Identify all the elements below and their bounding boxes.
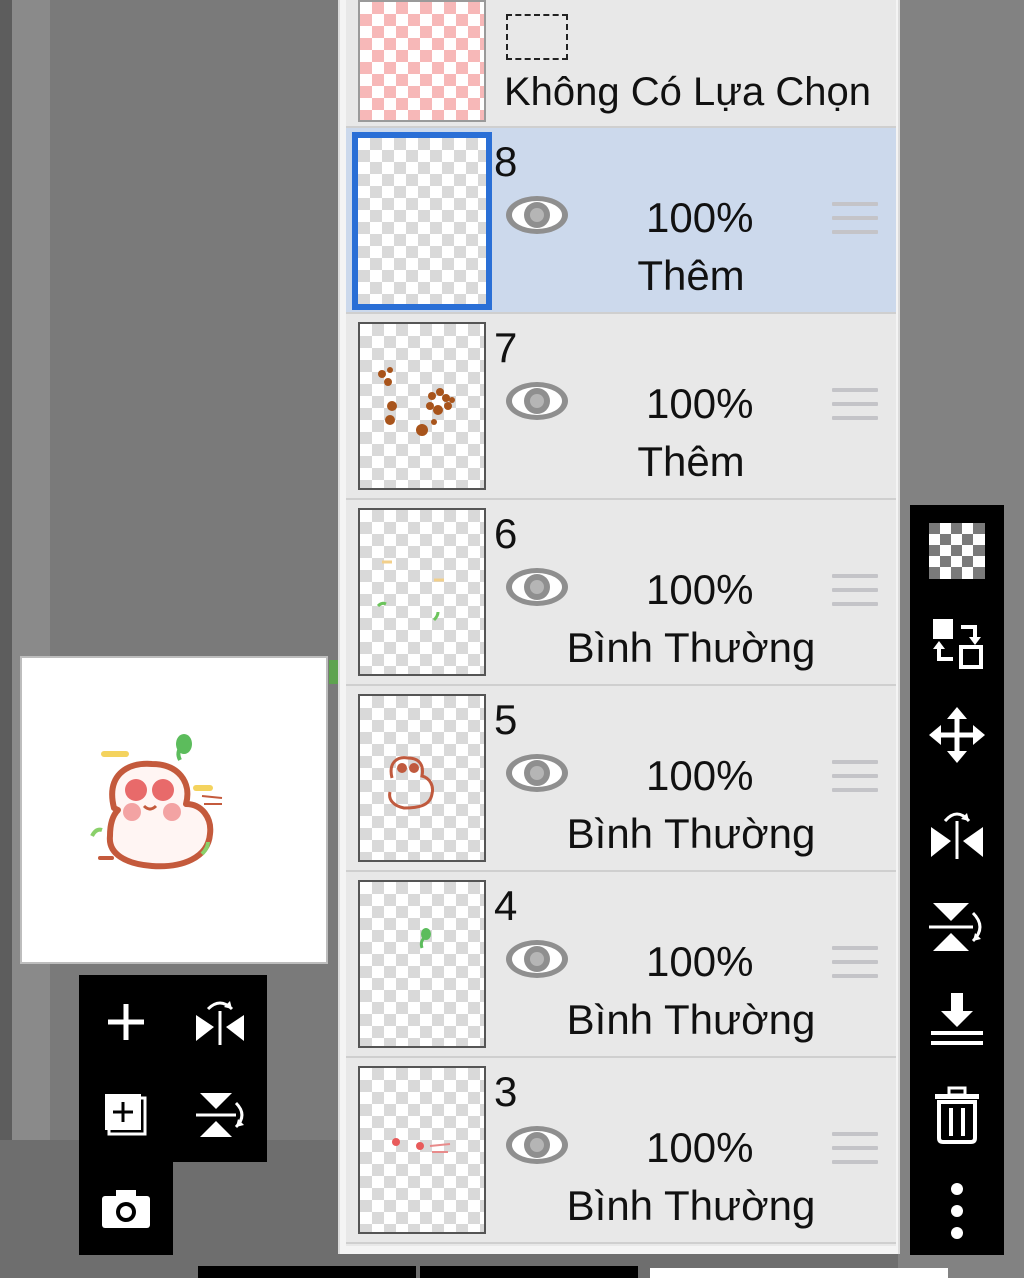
camera-icon xyxy=(102,1189,150,1228)
eye-icon[interactable] xyxy=(504,750,570,796)
flip-vertical-button[interactable] xyxy=(910,881,1004,973)
layer-blend-mode[interactable]: Thêm xyxy=(546,252,836,300)
layer-row-8[interactable]: 8 100% Thêm xyxy=(346,128,896,314)
layer-content xyxy=(376,560,444,622)
layer-panel: Không Có Lựa Chọn 8 100% Thêm 7 100% Thê… xyxy=(338,0,900,1254)
layer-content xyxy=(392,1138,451,1153)
transparency-button[interactable] xyxy=(910,505,1004,597)
layer-opacity[interactable]: 100% xyxy=(646,938,753,986)
layer-list: Không Có Lựa Chọn 8 100% Thêm 7 100% Thê… xyxy=(346,0,896,1246)
eye-icon[interactable] xyxy=(504,378,570,424)
merge-down-icon xyxy=(931,993,983,1045)
drag-handle-icon[interactable] xyxy=(832,760,878,802)
layer-number: 8 xyxy=(494,138,518,185)
drag-handle-icon[interactable] xyxy=(832,388,878,430)
layer-thumbnail xyxy=(358,694,486,862)
layer-number: 6 xyxy=(494,510,518,557)
swap-layer-button[interactable] xyxy=(910,597,1004,689)
background-left-edge xyxy=(0,0,12,1278)
transparency-icon xyxy=(929,523,985,579)
background-left-strip xyxy=(12,0,50,1150)
layer-row-5[interactable]: 5 100% Bình Thường xyxy=(346,686,896,872)
layer-thumbnail xyxy=(358,880,486,1048)
bottom-toolbar-segment[interactable] xyxy=(420,1266,638,1278)
layer-opacity[interactable]: 100% xyxy=(646,566,753,614)
right-toolbox xyxy=(910,505,1004,1255)
layer-blend-mode[interactable]: Thêm xyxy=(546,438,836,486)
layer-opacity[interactable]: 100% xyxy=(646,380,753,428)
eye-icon[interactable] xyxy=(504,564,570,610)
layer-blend-mode[interactable]: Bình Thường xyxy=(546,996,836,1044)
flip-vertical-icon xyxy=(196,1092,244,1137)
layer-opacity[interactable]: 100% xyxy=(646,194,753,242)
layer-thumbnail xyxy=(358,1066,486,1234)
move-icon xyxy=(929,707,985,763)
eye-icon[interactable] xyxy=(504,1122,570,1168)
drag-handle-icon[interactable] xyxy=(832,1132,878,1174)
selection-thumbnail xyxy=(358,0,486,122)
layer-number: 4 xyxy=(494,882,518,929)
flip-horizontal-button[interactable] xyxy=(910,785,1004,877)
drag-handle-icon[interactable] xyxy=(832,574,878,616)
left-toolbox xyxy=(79,975,267,1162)
layer-number: 3 xyxy=(494,1068,518,1115)
layer-content xyxy=(419,928,431,949)
layer-blend-mode[interactable]: Bình Thường xyxy=(546,1182,836,1230)
trash-icon xyxy=(935,1086,979,1144)
layer-content xyxy=(388,756,434,810)
swap-layer-icon xyxy=(933,619,983,669)
drag-handle-icon[interactable] xyxy=(832,946,878,988)
flip-horizontal-icon xyxy=(196,1000,244,1045)
layer-thumbnail xyxy=(358,322,486,490)
selection-marquee-icon xyxy=(506,14,568,60)
bottom-toolbar-segment[interactable] xyxy=(198,1266,416,1278)
add-layer-icon xyxy=(108,1003,144,1040)
more-options-button[interactable] xyxy=(910,1165,1004,1257)
camera-button[interactable] xyxy=(79,1162,173,1255)
canvas-preview[interactable] xyxy=(20,656,328,964)
eye-icon[interactable] xyxy=(504,192,570,238)
layer-blend-mode[interactable]: Bình Thường xyxy=(546,810,836,858)
layer-number: 5 xyxy=(494,696,518,743)
layer-content xyxy=(378,367,455,436)
selection-layer-row[interactable]: Không Có Lựa Chọn xyxy=(346,0,896,128)
layer-blend-mode[interactable]: Bình Thường xyxy=(546,624,836,672)
layer-opacity[interactable]: 100% xyxy=(646,752,753,800)
drag-handle-icon[interactable] xyxy=(832,202,878,244)
eye-icon[interactable] xyxy=(504,936,570,982)
selection-label: Không Có Lựa Chọn xyxy=(504,70,872,114)
layer-row-6[interactable]: 6 100% Bình Thường xyxy=(346,500,896,686)
layer-row-7[interactable]: 7 100% Thêm xyxy=(346,314,896,500)
left-toolbox-bottom xyxy=(79,1162,173,1255)
add-layer-copy-button[interactable] xyxy=(79,1068,173,1161)
flip-vertical-button[interactable] xyxy=(173,1068,267,1161)
add-layer-copy-icon xyxy=(105,1093,147,1135)
layer-number: 7 xyxy=(494,324,518,371)
flip-horizontal-icon xyxy=(931,812,983,859)
flip-horizontal-button[interactable] xyxy=(173,975,267,1068)
layer-thumbnail xyxy=(358,508,486,676)
flip-vertical-icon xyxy=(929,903,982,951)
layer-row-4[interactable]: 4 100% Bình Thường xyxy=(346,872,896,1058)
add-layer-button[interactable] xyxy=(79,975,173,1068)
layer-opacity[interactable]: 100% xyxy=(646,1124,753,1172)
delete-layer-button[interactable] xyxy=(910,1069,1004,1161)
bottom-toolbar-segment[interactable] xyxy=(650,1268,948,1278)
artwork-thumbnail xyxy=(90,734,223,870)
layer-thumbnail xyxy=(352,132,492,310)
layer-row-3[interactable]: 3 100% Bình Thường xyxy=(346,1058,896,1244)
merge-down-button[interactable] xyxy=(910,973,1004,1065)
move-button[interactable] xyxy=(910,689,1004,781)
more-icon xyxy=(951,1183,963,1239)
